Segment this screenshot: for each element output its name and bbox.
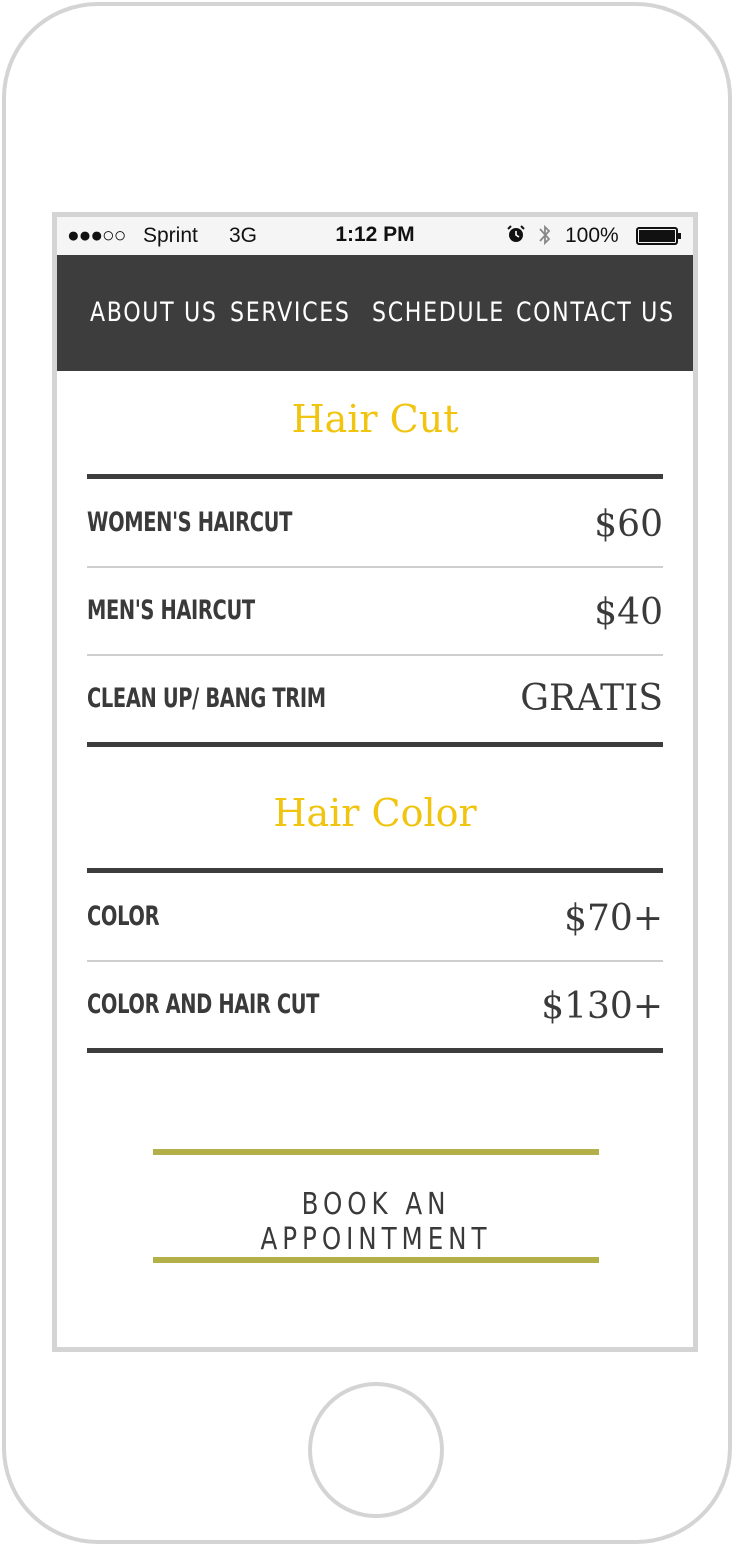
battery-icon — [636, 227, 681, 245]
nav-services[interactable]: SERVICES — [230, 297, 351, 328]
home-button[interactable] — [308, 1382, 444, 1518]
alarm-icon — [507, 225, 525, 242]
service-name: MEN'S HAIRCUT — [87, 595, 255, 626]
service-price: $70+ — [564, 898, 663, 939]
service-price: $60 — [594, 504, 663, 545]
service-name: COLOR AND HAIR CUT — [87, 989, 320, 1020]
section-divider — [87, 742, 663, 747]
service-price: $40 — [594, 592, 663, 633]
device-screen: ●●●○○ Sprint 3G 1:12 PM 100% ABOUT US SE… — [52, 212, 698, 1352]
battery-percent: 100% — [565, 224, 619, 247]
section-title-hair-color: Hair Color — [273, 791, 477, 835]
nav-schedule[interactable]: SCHEDULE — [372, 297, 505, 328]
service-name: COLOR — [87, 901, 160, 932]
phone-frame: ●●●○○ Sprint 3G 1:12 PM 100% ABOUT US SE… — [2, 2, 732, 1544]
main-nav: ABOUT US SERVICES SCHEDULE CONTACT US — [57, 255, 693, 371]
section-divider — [87, 1048, 663, 1053]
service-name: CLEAN UP/ BANG TRIM — [87, 683, 326, 714]
book-appointment-button[interactable]: BOOK AN APPOINTMENT — [153, 1187, 599, 1257]
status-bar: ●●●○○ Sprint 3G 1:12 PM 100% — [57, 217, 693, 255]
cta-top-line — [153, 1149, 599, 1155]
service-price: GRATIS — [520, 678, 663, 719]
nav-about-us[interactable]: ABOUT US — [90, 297, 218, 328]
row-divider — [87, 960, 663, 962]
cta-bottom-line — [153, 1257, 599, 1263]
section-divider — [87, 868, 663, 873]
service-price: $130+ — [541, 986, 663, 1027]
section-divider — [87, 474, 663, 479]
nav-contact-us[interactable]: CONTACT US — [516, 297, 675, 328]
service-name: WOMEN'S HAIRCUT — [87, 507, 293, 538]
row-divider — [87, 566, 663, 568]
section-title-hair-cut: Hair Cut — [291, 397, 459, 441]
bluetooth-icon — [539, 224, 551, 246]
row-divider — [87, 654, 663, 656]
book-appointment-label: BOOK AN APPOINTMENT — [260, 1187, 492, 1257]
